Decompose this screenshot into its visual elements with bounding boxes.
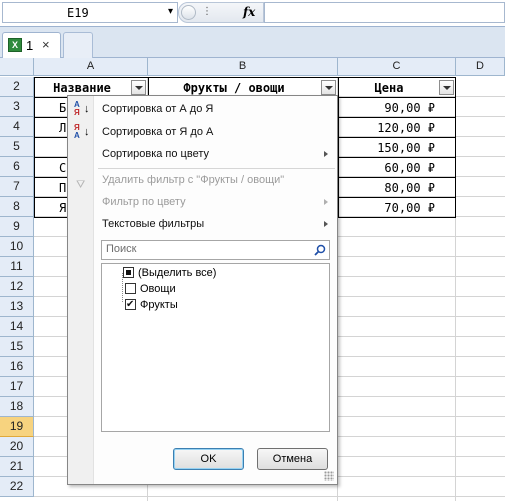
filter-search-input[interactable]: Поиск (101, 240, 330, 260)
row-header-13[interactable]: 13 (0, 297, 34, 317)
chevron-right-icon (324, 199, 328, 205)
formula-controls: ⋮ fx (178, 2, 264, 23)
autofilter-dropdown: А Я ↓ Сортировка от А до Я Я А ↓ Сортировка … (67, 95, 338, 485)
row-header-3[interactable]: 3 (0, 97, 34, 117)
row-header-5[interactable]: 5 (0, 137, 34, 157)
menu-item-sort-by-color[interactable]: Сортировка по цвету (68, 143, 337, 165)
menu-item-label: Текстовые фильтры (102, 218, 205, 230)
filter-dropdown-button-a[interactable] (131, 80, 146, 95)
menu-item-sort-desc[interactable]: Я А ↓ Сортировка от Я до А (68, 121, 337, 143)
workbook-tab-strip: X 1 × (0, 27, 505, 58)
row-header-15[interactable]: 15 (0, 337, 34, 357)
new-workbook-tab[interactable] (63, 32, 93, 58)
chevron-right-icon (324, 151, 328, 157)
expand-circle-icon[interactable] (181, 5, 196, 20)
workbook-tab[interactable]: X 1 × (2, 32, 61, 58)
table-cell-price[interactable]: 70,00 ₽ (339, 198, 455, 218)
search-placeholder: Поиск (106, 243, 137, 255)
row-header-18[interactable]: 18 (0, 397, 34, 417)
sort-z-to-a-icon: Я А ↓ (74, 123, 90, 140)
table-cell-price[interactable]: 150,00 ₽ (339, 138, 455, 158)
filter-dropdown-button-c[interactable] (439, 80, 454, 95)
table-cell-price[interactable]: 60,00 ₽ (339, 158, 455, 178)
excel-file-icon: X (8, 38, 22, 52)
row-header-22[interactable]: 22 (0, 477, 34, 497)
row-header-7[interactable]: 7 (0, 177, 34, 197)
select-all-checkbox[interactable] (123, 267, 134, 278)
chevron-right-icon (324, 221, 328, 227)
row-header-10[interactable]: 10 (0, 237, 34, 257)
list-item-label: Овощи (140, 283, 176, 295)
row-header-21[interactable]: 21 (0, 457, 34, 477)
search-icon (314, 244, 326, 256)
menu-item-text-filters[interactable]: Текстовые фильтры (68, 213, 337, 235)
row-header-6[interactable]: 6 (0, 157, 34, 177)
row-header-20[interactable]: 20 (0, 437, 34, 457)
menu-item-label: Сортировка от Я до А (102, 126, 214, 138)
menu-item-label: Фильтр по цвету (102, 196, 186, 208)
table-cell-price[interactable]: 80,00 ₽ (339, 178, 455, 198)
row-header-11[interactable]: 11 (0, 257, 34, 277)
formula-input[interactable] (264, 2, 505, 23)
cancel-button[interactable]: Отмена (257, 448, 328, 470)
list-item-label: Фрукты (140, 299, 178, 311)
column-header-a[interactable]: A (34, 58, 148, 76)
row-header-12[interactable]: 12 (0, 277, 34, 297)
row-header-4[interactable]: 4 (0, 117, 34, 137)
chevron-down-icon[interactable]: ▾ (168, 6, 173, 17)
row-header-19[interactable]: 19 (0, 417, 34, 437)
menu-item-sort-asc[interactable]: А Я ↓ Сортировка от А до Я (68, 98, 337, 120)
menu-item-label: Сортировка от А до Я (102, 103, 214, 115)
column-header-c[interactable]: C (338, 58, 456, 76)
insert-function-button[interactable]: fx (243, 5, 255, 19)
menu-item-label: Сортировка по цвету (102, 148, 209, 160)
table-cell-price[interactable]: 90,00 ₽ (339, 98, 455, 118)
menu-item-label: Удалить фильтр с "Фрукты / овощи" (102, 174, 285, 186)
fruits-checkbox[interactable] (125, 297, 136, 313)
formula-bar: E19 ▾ ⋮ fx (0, 0, 505, 27)
filter-dropdown-button-b[interactable] (321, 80, 336, 95)
row-header-8[interactable]: 8 (0, 197, 34, 217)
menu-item-clear-filter: ⛛ Удалить фильтр с "Фрукты / овощи" (68, 169, 337, 191)
splitter-dots-icon[interactable]: ⋮ (202, 6, 212, 17)
row-header-9[interactable]: 9 (0, 217, 34, 237)
column-header-d[interactable]: D (456, 58, 505, 76)
select-all-corner[interactable] (0, 58, 34, 76)
row-header-2[interactable]: 2 (0, 77, 34, 97)
sort-a-to-z-icon: А Я ↓ (74, 100, 90, 117)
menu-item-filter-by-color: Фильтр по цвету (68, 191, 337, 213)
vegetables-checkbox[interactable] (125, 283, 136, 294)
name-box[interactable]: E19 ▾ (2, 2, 178, 23)
close-icon[interactable]: × (42, 37, 50, 52)
resize-grip-icon[interactable] (324, 471, 334, 481)
workbook-tab-label: 1 (26, 38, 34, 53)
header-cell-price[interactable]: Цена (339, 78, 439, 98)
row-header-16[interactable]: 16 (0, 357, 34, 377)
list-item-label: (Выделить все) (138, 267, 217, 279)
name-box-value: E19 (67, 6, 89, 20)
ok-button[interactable]: OK (173, 448, 244, 470)
table-cell-price[interactable]: 120,00 ₽ (339, 118, 455, 138)
row-header-17[interactable]: 17 (0, 377, 34, 397)
column-header-b[interactable]: B (148, 58, 338, 76)
filter-values-list: (Выделить все) Овощи Фрукты (101, 263, 330, 432)
row-header-14[interactable]: 14 (0, 317, 34, 337)
